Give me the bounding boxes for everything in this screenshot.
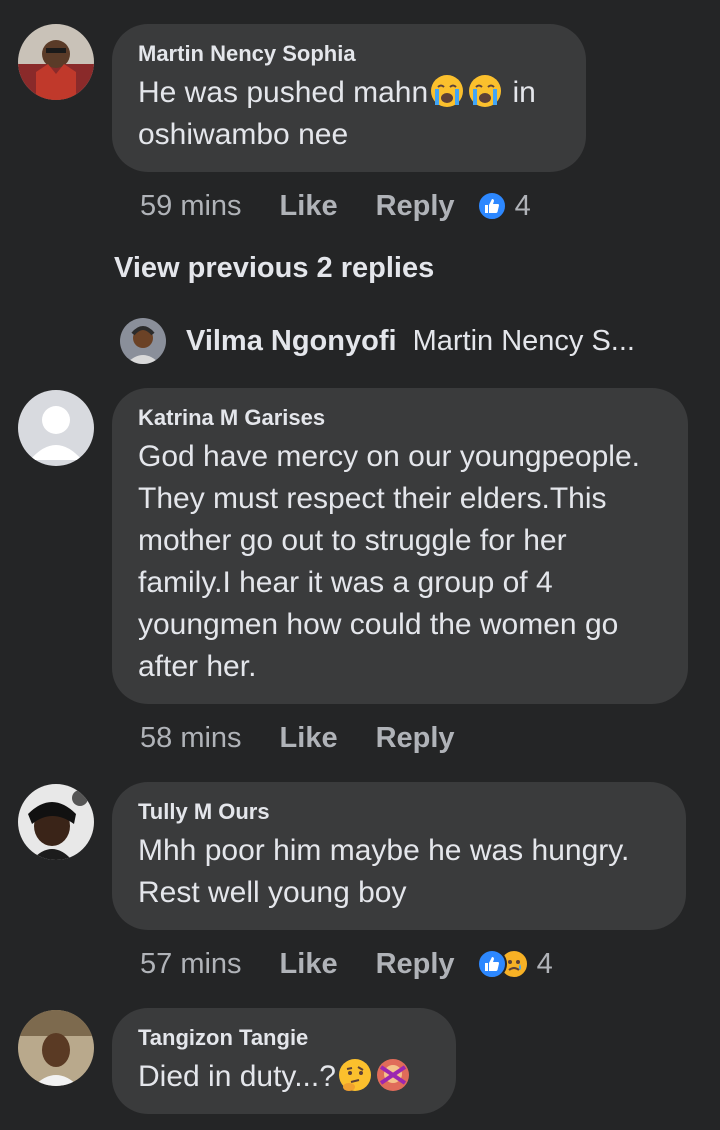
reply-snippet: Martin Nency S... <box>412 324 635 357</box>
comment-bubble: Katrina M Garises God have mercy on our … <box>112 388 688 704</box>
reply-preview[interactable]: Vilma Ngonyofi Martin Nency S... <box>120 316 635 366</box>
reply-button[interactable]: Reply <box>376 190 455 223</box>
like-button[interactable]: Like <box>280 722 338 755</box>
loudly-crying-face-icon <box>467 73 503 109</box>
reply-author[interactable]: Vilma Ngonyofi <box>186 325 397 358</box>
reply-button[interactable]: Reply <box>376 722 455 755</box>
comment-bubble: Martin Nency Sophia He was pushed mahn i… <box>112 24 586 172</box>
like-button[interactable]: Like <box>280 948 338 981</box>
reaction-summary[interactable]: 4 <box>476 189 531 223</box>
comment-meta: 59 mins Like Reply 4 <box>140 186 531 226</box>
comment-bubble: Tangizon Tangie Died in duty...? <box>112 1008 456 1114</box>
avatar[interactable] <box>18 1010 94 1086</box>
loudly-crying-face-icon <box>429 73 465 109</box>
comment-text: God have mercy on our youngpeople. They … <box>138 440 640 683</box>
avatar[interactable] <box>120 318 166 364</box>
comment-author[interactable]: Katrina M Garises <box>138 404 664 432</box>
comment-bubble: Tully M Ours Mhh poor him maybe he was h… <box>112 782 686 930</box>
comment-author[interactable]: Tully M Ours <box>138 798 662 826</box>
view-previous-replies-link[interactable]: View previous 2 replies <box>114 252 434 285</box>
comment-meta: 58 mins Like Reply <box>140 718 477 758</box>
comment-author[interactable]: Tangizon Tangie <box>138 1024 432 1052</box>
comment-time[interactable]: 58 mins <box>140 722 242 755</box>
thinking-face-icon <box>337 1057 373 1093</box>
reaction-count: 4 <box>536 947 553 980</box>
avatar[interactable] <box>18 784 94 860</box>
reaction-count: 4 <box>514 189 531 222</box>
comment-text: Died in duty...? <box>138 1056 432 1098</box>
like-button[interactable]: Like <box>280 190 338 223</box>
avatar[interactable] <box>18 390 94 466</box>
like-icon <box>476 191 507 221</box>
comment-time[interactable]: 59 mins <box>140 190 242 223</box>
comment-meta: 57 mins Like Reply 4 <box>140 944 553 984</box>
avatar[interactable] <box>18 24 94 100</box>
reaction-summary[interactable]: 4 <box>476 947 553 981</box>
comment-author[interactable]: Martin Nency Sophia <box>138 40 562 68</box>
like-icon <box>476 949 507 979</box>
comment-text: He was pushed mahn in oshiwambo nee <box>138 72 562 156</box>
comment-text: Mhh poor him maybe he was hungry. Rest w… <box>138 834 630 909</box>
woman-gesturing-no-icon <box>375 1057 411 1093</box>
comment-time[interactable]: 57 mins <box>140 948 242 981</box>
reply-button[interactable]: Reply <box>376 948 455 981</box>
